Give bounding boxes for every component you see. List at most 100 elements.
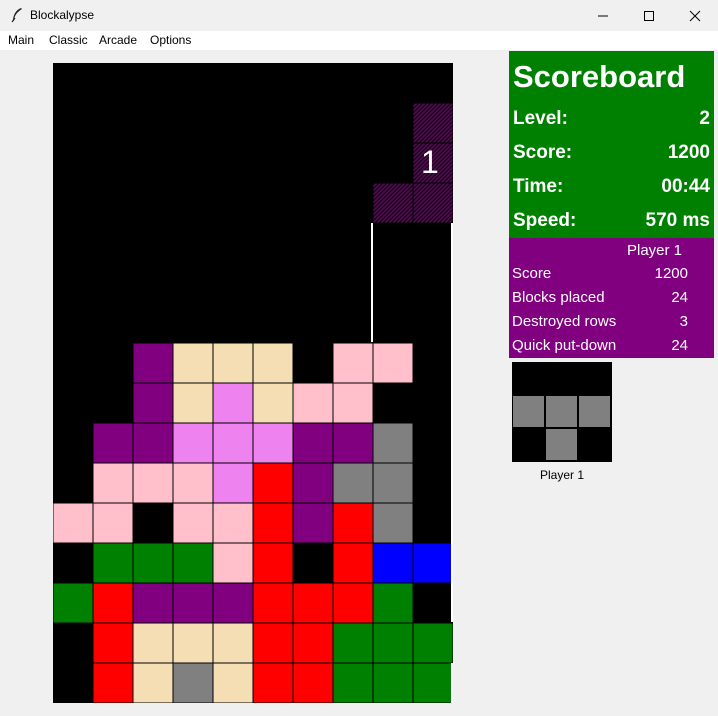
board-block: [172, 582, 214, 624]
board-block: [412, 542, 453, 584]
minimize-button[interactable]: [580, 0, 626, 31]
board-block: [292, 622, 334, 664]
board-block: [53, 502, 94, 544]
board-block: [212, 462, 254, 504]
board-block: [92, 502, 134, 544]
board-block: [292, 422, 334, 464]
board-block: [53, 582, 94, 624]
player-stats-panel: Player 1 Score 1200 Blocks placed 24 Des…: [509, 238, 714, 358]
board-block: [332, 382, 374, 424]
board-block: [212, 502, 254, 544]
board-block: [332, 662, 374, 703]
board-block: [252, 342, 294, 384]
scoreboard-title: Scoreboard: [513, 59, 686, 94]
board-block: [92, 662, 134, 703]
board-grid: 1: [53, 103, 453, 703]
player-heading: Player 1: [627, 242, 683, 259]
score-row: Score: 1200: [513, 142, 710, 168]
next-piece-block: [512, 395, 545, 428]
board-block: [292, 382, 334, 424]
board-block: [252, 422, 294, 464]
blocks-placed-row: Blocks placed 24: [512, 289, 712, 309]
board-block: [292, 462, 334, 504]
board-block: [332, 582, 374, 624]
board-block: [372, 662, 414, 703]
level-value: 2: [699, 108, 710, 129]
speed-label: Speed:: [513, 210, 577, 231]
time-label: Time:: [513, 176, 564, 197]
board-block: [332, 462, 374, 504]
board-block: [132, 662, 174, 703]
board-block: [412, 662, 453, 703]
close-button[interactable]: [672, 0, 718, 31]
falling-piece-block: [373, 183, 413, 223]
board-block: [292, 662, 334, 703]
time-row: Time: 00:44: [513, 176, 710, 202]
board-block: [92, 462, 134, 504]
board-block: [252, 502, 294, 544]
score-label: Score:: [513, 142, 573, 163]
board-block: [372, 542, 414, 584]
blocks-placed-label: Blocks placed: [512, 289, 605, 306]
board-block: [252, 582, 294, 624]
board-block: [292, 582, 334, 624]
board-block: [132, 542, 174, 584]
next-piece-preview: [512, 362, 612, 462]
board-block: [132, 622, 174, 664]
quick-put-down-row: Quick put-down 24: [512, 337, 712, 357]
board-block: [212, 342, 254, 384]
menu-options[interactable]: Options: [150, 33, 191, 47]
board-block: [412, 622, 453, 664]
board-block: [172, 342, 214, 384]
menu-classic[interactable]: Classic: [49, 33, 88, 47]
board-block: [92, 542, 134, 584]
board-block: [92, 582, 134, 624]
destroyed-rows-row: Destroyed rows 3: [512, 313, 712, 333]
board-block: [252, 542, 294, 584]
board-block: [92, 622, 134, 664]
destroyed-rows-label: Destroyed rows: [512, 313, 617, 330]
player-score-row: Score 1200: [512, 265, 712, 285]
board-block: [252, 382, 294, 424]
board-block: [252, 622, 294, 664]
maximize-button[interactable]: [626, 0, 672, 31]
quick-put-down-label: Quick put-down: [512, 337, 617, 354]
board-block: [172, 502, 214, 544]
board-block: [372, 462, 414, 504]
blocks-placed-value: 24: [671, 289, 688, 306]
board-block: [332, 542, 374, 584]
next-piece-grid: [512, 395, 611, 461]
board-block: [92, 422, 134, 464]
menu-main[interactable]: Main: [8, 33, 34, 47]
speed-value: 570 ms: [645, 210, 710, 231]
board-block: [252, 662, 294, 703]
board-block: [332, 622, 374, 664]
board-block: [332, 502, 374, 544]
board-block: [132, 422, 174, 464]
board-block: [172, 662, 214, 703]
next-piece-block: [545, 428, 578, 461]
title-bar: Blockalypse: [0, 0, 718, 31]
window-title: Blockalypse: [30, 8, 95, 22]
level-label: Level:: [513, 108, 568, 129]
board-block: [212, 622, 254, 664]
board-block: [372, 342, 414, 384]
minimize-icon: [598, 15, 608, 16]
board-block: [372, 582, 414, 624]
close-icon: [689, 10, 701, 21]
player-score-label: Score: [512, 265, 552, 282]
board-block: [172, 622, 214, 664]
game-board[interactable]: 1: [53, 63, 453, 703]
board-block: [172, 542, 214, 584]
board-block: [132, 582, 174, 624]
menu-arcade[interactable]: Arcade: [99, 33, 137, 47]
next-piece-block: [578, 395, 611, 428]
score-value: 1200: [667, 142, 710, 163]
next-piece-label: Player 1: [539, 468, 585, 482]
speed-row: Speed: 570 ms: [513, 210, 710, 236]
next-piece-block: [545, 395, 578, 428]
menu-bar: Main Classic Arcade Options: [0, 31, 718, 50]
board-block: [372, 422, 414, 464]
falling-piece-block: [413, 183, 453, 223]
board-block: [172, 462, 214, 504]
